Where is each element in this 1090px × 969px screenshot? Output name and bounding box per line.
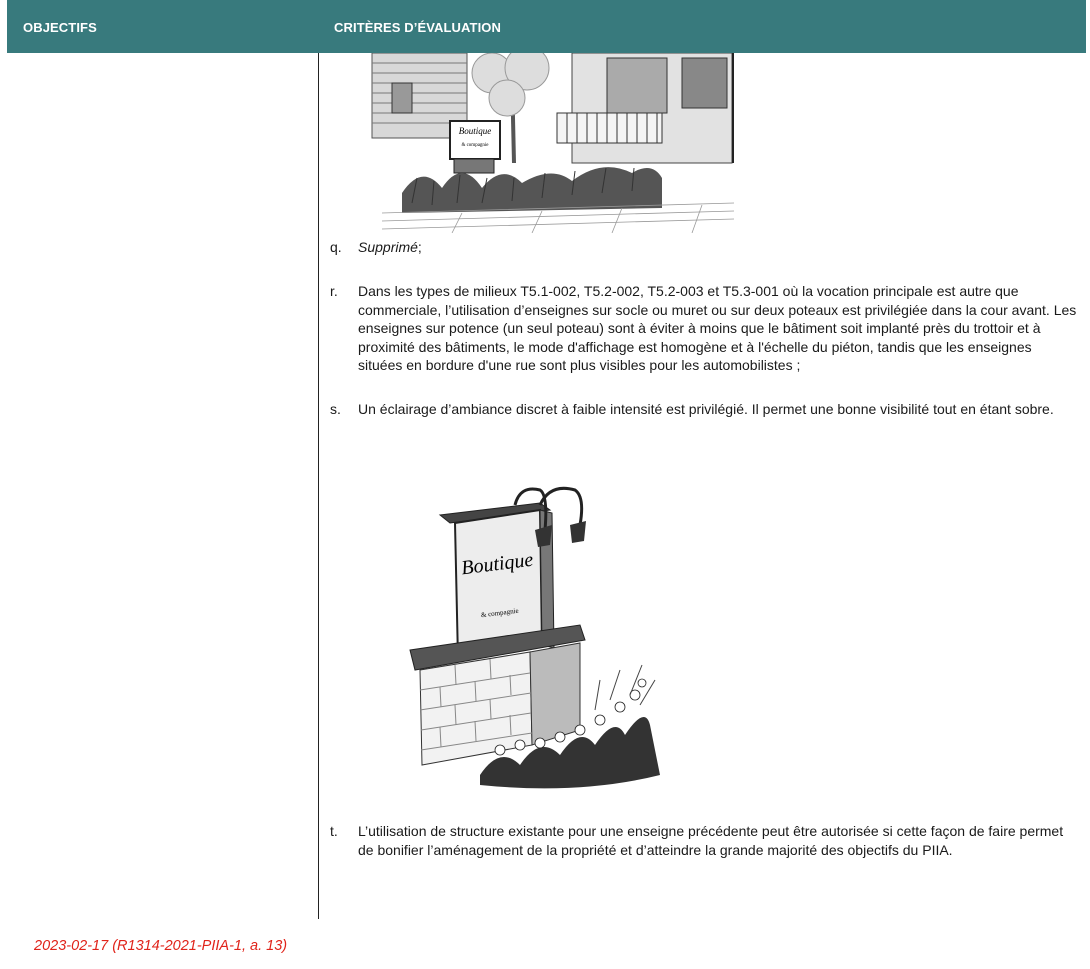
criterion-text: Un éclairage d’ambiance discret à faible…: [358, 401, 1054, 417]
illustration-street-sign: Boutique & compagnie: [362, 53, 734, 233]
criterion-letter: s.: [330, 401, 341, 417]
column-header-objectifs: OBJECTIFS: [23, 20, 97, 35]
table-header: OBJECTIFS CRITÈRES D’ÉVALUATION: [7, 0, 1086, 53]
criterion-letter: r.: [330, 283, 338, 299]
illustration-lit-sign: Boutique & compagnie: [380, 445, 680, 805]
deleted-label: Supprimé: [358, 239, 418, 255]
sign-text: Boutique: [459, 126, 492, 136]
criterion-text: L’utilisation de structure existante pou…: [358, 823, 1064, 858]
column-header-criteres: CRITÈRES D’ÉVALUATION: [334, 20, 502, 35]
criterion-punctuation: ;: [417, 239, 422, 255]
sign-subtext: & compagnie: [461, 143, 489, 148]
criterion-letter: q.: [330, 239, 342, 255]
column-divider: [318, 53, 319, 919]
criterion-letter: t.: [330, 823, 338, 839]
criterion-text: Dans les types de milieux T5.1-002, T5.2…: [358, 283, 1077, 373]
criterion-text: Supprimé;: [358, 238, 1078, 257]
amendment-note: 2023-02-17 (R1314-2021-PIIA-1, a. 13): [34, 938, 288, 954]
